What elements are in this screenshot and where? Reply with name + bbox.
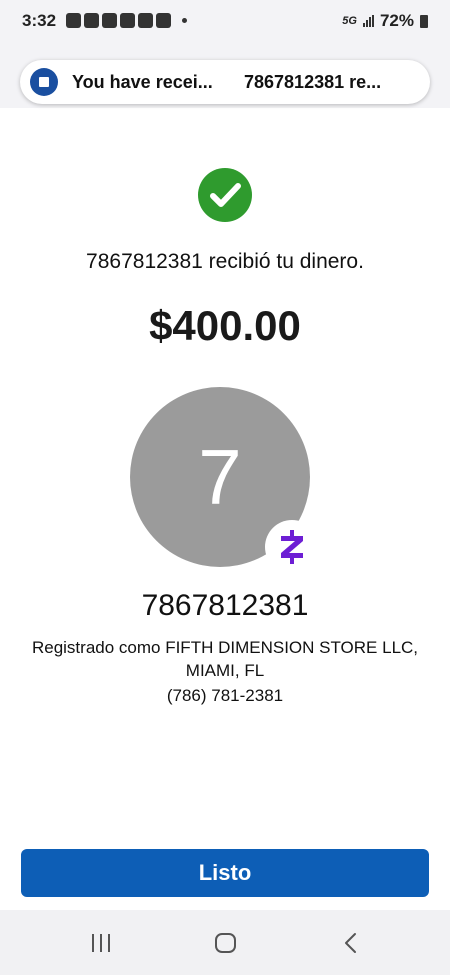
amount-sent: $400.00 bbox=[149, 302, 301, 349]
recent-apps-button[interactable] bbox=[86, 930, 116, 956]
done-button[interactable]: Listo bbox=[21, 849, 429, 897]
network-type: 5G bbox=[342, 15, 357, 27]
success-check-icon bbox=[198, 168, 252, 222]
confirmation-message: 7867812381 recibió tu dinero. bbox=[86, 250, 364, 273]
mail-notification-icon bbox=[84, 13, 99, 28]
chase-notification-icon bbox=[66, 13, 81, 28]
status-bar: 3:32 5G 72% bbox=[0, 0, 450, 44]
navigation-bar bbox=[0, 910, 450, 975]
notification-icons bbox=[66, 13, 187, 28]
zelle-logo-icon bbox=[265, 520, 319, 574]
youtube-notification-icon bbox=[120, 13, 135, 28]
recipient-phone: (786) 781-2381 bbox=[166, 686, 284, 705]
back-button[interactable] bbox=[337, 930, 367, 956]
signal-icon bbox=[362, 15, 374, 27]
recipient-name: 7867812381 bbox=[141, 589, 309, 622]
mail-notification-icon bbox=[102, 13, 117, 28]
youtube-notification-icon bbox=[156, 13, 171, 28]
tiktok-notification-icon bbox=[138, 13, 153, 28]
recipient-registration: Registrado como FIFTH DIMENSION STORE LL… bbox=[31, 638, 419, 680]
chase-logo-icon bbox=[30, 68, 58, 96]
more-notifications-dot-icon bbox=[182, 18, 187, 23]
notification-area: You have recei... 7867812381 re... bbox=[0, 44, 450, 108]
battery-percent: 72% bbox=[379, 11, 414, 30]
notification-title: You have recei... bbox=[72, 71, 213, 92]
notification-banner[interactable]: You have recei... 7867812381 re... bbox=[20, 60, 430, 104]
home-button[interactable] bbox=[210, 930, 240, 956]
status-right: 5G 72% bbox=[342, 11, 428, 31]
status-time: 3:32 bbox=[22, 11, 57, 30]
battery-icon bbox=[420, 14, 428, 28]
notification-text: 7867812381 re... bbox=[244, 71, 382, 92]
